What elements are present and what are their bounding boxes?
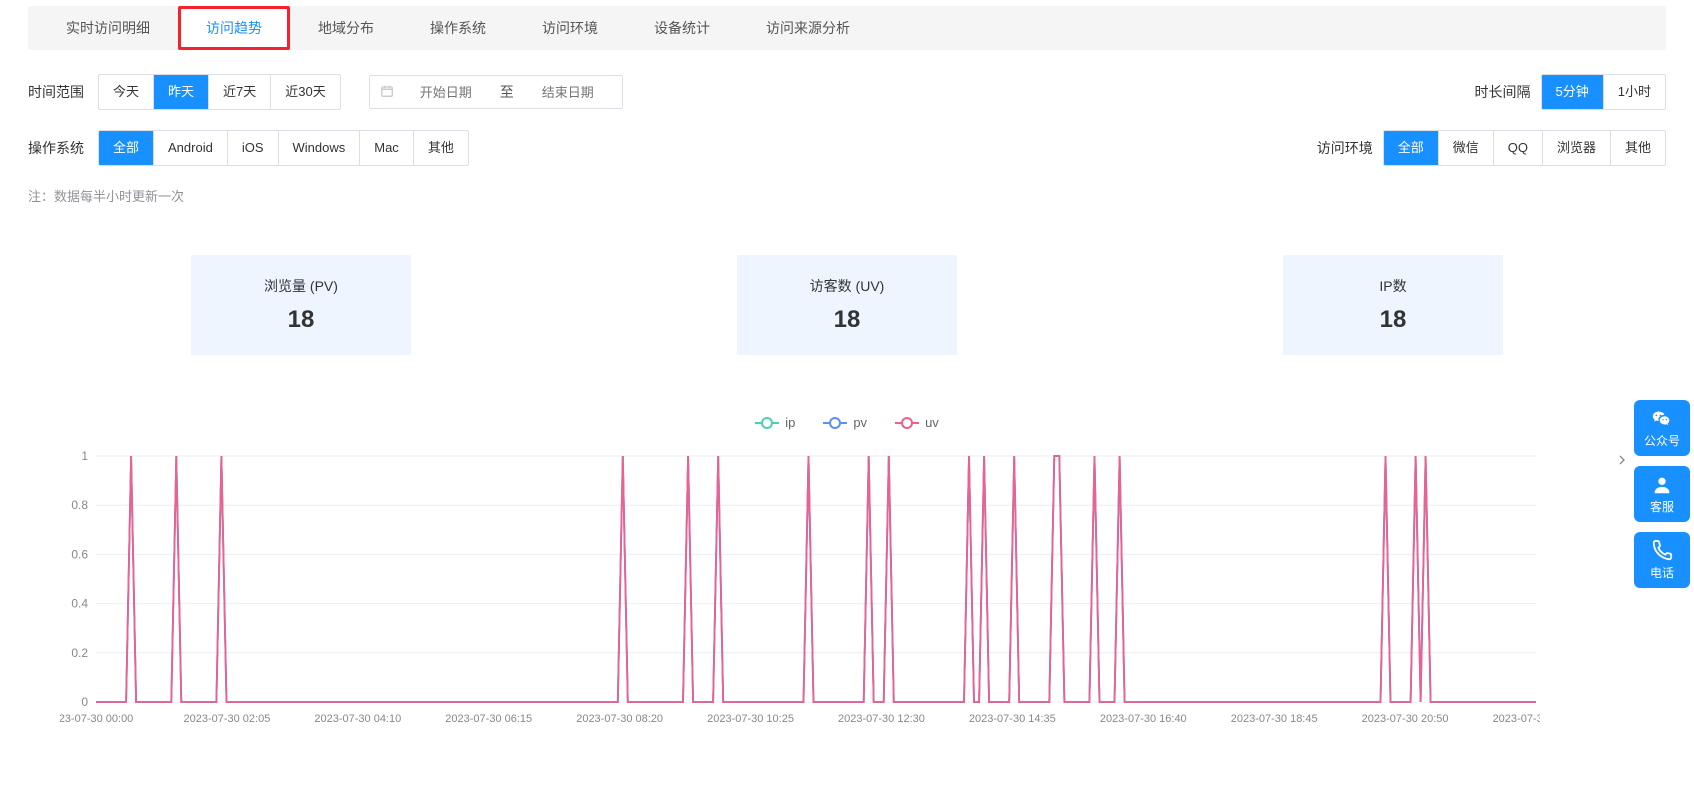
end-date-input[interactable] <box>524 85 612 100</box>
stat-value: 18 <box>737 306 957 334</box>
update-note: 注：数据每半小时更新一次 <box>28 186 1666 205</box>
time-range-label: 时间范围 <box>28 82 98 102</box>
chart-legend: ip pv uv <box>28 415 1666 430</box>
svg-text:0.6: 0.6 <box>71 547 88 561</box>
option-Android[interactable]: Android <box>154 131 228 165</box>
option-1小时[interactable]: 1小时 <box>1604 75 1665 109</box>
float-support[interactable]: 客服 <box>1634 466 1690 522</box>
stat-label: 访客数 (UV) <box>737 276 957 296</box>
option-其他[interactable]: 其他 <box>414 131 468 165</box>
float-phone[interactable]: 电话 <box>1634 532 1690 588</box>
option-昨天[interactable]: 昨天 <box>154 75 209 109</box>
date-sep: 至 <box>500 82 514 102</box>
stat-cards: 浏览量 (PV) 18 访客数 (UV) 18 IP数 18 <box>28 255 1666 355</box>
tab-4[interactable]: 访问环境 <box>514 6 626 50</box>
svg-text:2023-07-30 16:40: 2023-07-30 16:40 <box>1100 713 1187 725</box>
stat-label: 浏览量 (PV) <box>191 276 411 296</box>
option-浏览器[interactable]: 浏览器 <box>1543 131 1611 165</box>
stat-card-2: IP数 18 <box>1283 255 1503 355</box>
env-label: 访问环境 <box>1303 138 1373 158</box>
svg-text:0.2: 0.2 <box>71 646 88 660</box>
option-Mac[interactable]: Mac <box>360 131 414 165</box>
time-range-group: 今天昨天近7天近30天 <box>98 74 341 110</box>
svg-text:23-07-30 00:00: 23-07-30 00:00 <box>60 713 133 725</box>
os-group: 全部AndroidiOSWindowsMac其他 <box>98 130 469 166</box>
option-5分钟[interactable]: 5分钟 <box>1542 75 1604 109</box>
svg-text:2023-07-30 18:45: 2023-07-30 18:45 <box>1231 713 1318 725</box>
tab-6[interactable]: 访问来源分析 <box>738 6 878 50</box>
svg-text:2023-07-30 10:25: 2023-07-30 10:25 <box>707 713 794 725</box>
option-iOS[interactable]: iOS <box>228 131 279 165</box>
option-近7天[interactable]: 近7天 <box>209 75 271 109</box>
chart: 0 0.2 0.4 0.6 0.8 1 23-07-30 00:00 2023-07-30 0… <box>28 448 1666 731</box>
os-label: 操作系统 <box>28 138 98 158</box>
interval-group: 5分钟1小时 <box>1541 74 1666 110</box>
svg-text:2023-07-30 12:30: 2023-07-30 12:30 <box>838 713 925 725</box>
svg-text:0.4: 0.4 <box>71 597 88 611</box>
option-近30天[interactable]: 近30天 <box>271 75 339 109</box>
option-全部[interactable]: 全部 <box>1384 131 1439 165</box>
svg-text:2023-07-30 04:10: 2023-07-30 04:10 <box>314 713 401 725</box>
tab-2[interactable]: 地域分布 <box>290 6 402 50</box>
legend-pv[interactable]: pv <box>823 415 867 430</box>
stat-label: IP数 <box>1283 276 1503 296</box>
tab-5[interactable]: 设备统计 <box>626 6 738 50</box>
calendar-icon <box>380 84 394 101</box>
option-QQ[interactable]: QQ <box>1494 131 1543 165</box>
option-其他[interactable]: 其他 <box>1611 131 1665 165</box>
option-Windows[interactable]: Windows <box>279 131 361 165</box>
side-float: 公众号 客服 电话 <box>1634 400 1690 598</box>
interval-label: 时长间隔 <box>1461 82 1531 102</box>
analytics-tabs: 实时访问明细访问趋势地域分布操作系统访问环境设备统计访问来源分析 <box>28 6 1666 50</box>
svg-text:0: 0 <box>81 695 88 709</box>
stat-value: 18 <box>191 306 411 334</box>
stat-card-0: 浏览量 (PV) 18 <box>191 255 411 355</box>
svg-text:2023-07-30 22:55: 2023-07-30 22:55 <box>1493 713 1540 725</box>
svg-text:2023-07-30 06:15: 2023-07-30 06:15 <box>445 713 532 725</box>
svg-text:1: 1 <box>81 449 88 463</box>
option-微信[interactable]: 微信 <box>1439 131 1494 165</box>
chevron-right-icon[interactable] <box>1614 452 1630 471</box>
start-date-input[interactable] <box>402 85 490 100</box>
svg-text:2023-07-30 20:50: 2023-07-30 20:50 <box>1362 713 1449 725</box>
date-range-picker[interactable]: 至 <box>369 75 623 109</box>
legend-uv[interactable]: uv <box>895 415 939 430</box>
tab-1[interactable]: 访问趋势 <box>178 6 290 50</box>
option-全部[interactable]: 全部 <box>99 131 154 165</box>
line-chart: 0 0.2 0.4 0.6 0.8 1 23-07-30 00:00 2023-07-30 0… <box>60 448 1540 728</box>
env-group: 全部微信QQ浏览器其他 <box>1383 130 1666 166</box>
svg-text:2023-07-30 02:05: 2023-07-30 02:05 <box>183 713 270 725</box>
svg-text:2023-07-30 14:35: 2023-07-30 14:35 <box>969 713 1056 725</box>
stat-value: 18 <box>1283 306 1503 334</box>
svg-text:0.8: 0.8 <box>71 498 88 512</box>
option-今天[interactable]: 今天 <box>99 75 154 109</box>
filters: 时间范围 今天昨天近7天近30天 至 时长间隔 5分钟1小时 操作系统 全部An… <box>28 74 1666 166</box>
float-wechat[interactable]: 公众号 <box>1634 400 1690 456</box>
svg-text:2023-07-30 08:20: 2023-07-30 08:20 <box>576 713 663 725</box>
legend-ip[interactable]: ip <box>755 415 795 430</box>
tab-3[interactable]: 操作系统 <box>402 6 514 50</box>
stat-card-1: 访客数 (UV) 18 <box>737 255 957 355</box>
tab-0[interactable]: 实时访问明细 <box>38 6 178 50</box>
